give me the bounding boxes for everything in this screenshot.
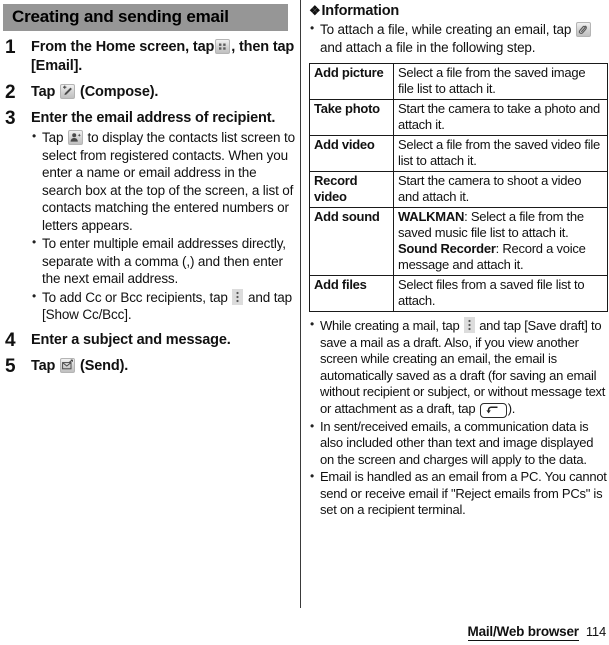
step-number: 3 — [5, 108, 16, 129]
walkman-label: WALKMAN — [398, 209, 465, 224]
table-cell-key: Add files — [309, 275, 394, 312]
step-title: Enter the email address of recipient. — [31, 110, 276, 126]
table-cell-key: Record video — [309, 171, 394, 208]
table-row: Add files Select files from a saved file… — [309, 275, 608, 312]
attach-intro-list: To attach a file, while creating an emai… — [309, 20, 609, 56]
table-cell-value: WALKMAN: Select a file from the saved mu… — [393, 207, 608, 276]
step-title: From the Home screen, tap, then tap [Ema… — [31, 38, 295, 76]
app-drawer-icon — [215, 39, 231, 54]
step-body: From the Home screen, tap, then tap [Ema… — [31, 38, 295, 76]
note-text-pre: Email is handled as an email from a PC. … — [320, 469, 607, 517]
step-title-text-a: From the Home screen, tap — [31, 39, 215, 55]
bullet-contacts: Tap to display the contacts list screen … — [31, 128, 295, 234]
step-5: 5 Tap (Send). — [3, 357, 295, 376]
note-text-pre: While creating a mail, tap — [320, 318, 460, 333]
left-column: Creating and sending email 1 From the Ho… — [3, 4, 295, 376]
step-title-text-a: Tap — [31, 357, 56, 374]
table-row: Add sound WALKMAN: Select a file from th… — [309, 207, 608, 276]
attach-paperclip-icon — [575, 22, 591, 37]
note-text-post: ). — [507, 400, 516, 416]
table-cell-value: Start the camera to shoot a video and at… — [393, 171, 608, 208]
footer-chapter: Mail/Web browser — [467, 624, 579, 641]
information-heading: ❖Information — [309, 2, 609, 20]
step-number: 2 — [5, 82, 16, 103]
table-row: Record video Start the camera to shoot a… — [309, 171, 608, 208]
step-body: Enter a subject and message. — [31, 331, 295, 350]
table-row: Add picture Select a file from the saved… — [309, 63, 608, 100]
bullet-attach-intro: To attach a file, while creating an emai… — [309, 20, 609, 56]
compose-icon — [60, 84, 76, 99]
table-cell-value: Start the camera to take a photo and att… — [393, 99, 608, 136]
table-cell-key: Add video — [309, 135, 394, 172]
table-cell-key: Take photo — [309, 99, 394, 136]
manual-page: Creating and sending email 1 From the Ho… — [0, 0, 609, 645]
step-3: 3 Enter the email address of recipient. … — [3, 109, 295, 324]
step-body: Tap (Compose). — [31, 83, 295, 102]
attachment-options-table: Add picture Select a file from the saved… — [309, 63, 608, 312]
table-row: Add video Select a file from the saved v… — [309, 135, 608, 172]
bullet-cc-bcc: To add Cc or Bcc recipients, tap and tap… — [31, 288, 295, 324]
step-title-text-b: (Send). — [80, 357, 129, 374]
step-title: Tap (Compose). — [31, 83, 295, 102]
step-number: 1 — [5, 37, 16, 58]
information-notes: While creating a mail, tap and tap [Save… — [309, 316, 609, 519]
back-key-icon — [479, 402, 507, 418]
bullet-text-post: and attach a file in the following step. — [320, 39, 536, 55]
step-title: Tap (Send). — [31, 357, 295, 376]
table-cell-value: Select a file from the saved video file … — [393, 135, 608, 172]
table-cell-key: Add picture — [309, 63, 394, 100]
table-cell-value: Select a file from the saved image file … — [393, 63, 608, 100]
note-text-pre: In sent/received emails, a communication… — [320, 418, 594, 467]
step-body: Tap (Send). — [31, 357, 295, 376]
step-title: Enter a subject and message. — [31, 331, 231, 348]
footer: Mail/Web browser 114 — [467, 624, 606, 641]
sound-recorder-label: Sound Recorder — [398, 241, 496, 256]
send-icon — [60, 357, 76, 373]
bullet-text-pre: Tap — [42, 130, 64, 145]
kebab-menu-icon — [232, 288, 244, 305]
bullet-text-pre: To enter multiple email addresses direct… — [42, 236, 286, 286]
note-pc-email: Email is handled as an email from a PC. … — [309, 468, 609, 519]
bullet-multiple-addresses: To enter multiple email addresses direct… — [31, 234, 295, 288]
bullet-text-pre: To attach a file, while creating an emai… — [320, 22, 572, 37]
information-heading-label: Information — [321, 3, 400, 19]
right-column: ❖Information To attach a file, while cre… — [309, 2, 609, 519]
column-divider — [300, 0, 301, 608]
diamond-icon: ❖ — [309, 3, 321, 18]
note-save-draft: While creating a mail, tap and tap [Save… — [309, 316, 609, 418]
table-cell-key: Add sound — [309, 207, 394, 276]
contacts-icon — [67, 130, 83, 145]
table-cell-value: Select files from a saved file list to a… — [393, 275, 608, 312]
note-communication-data: In sent/received emails, a communication… — [309, 418, 609, 469]
step-title-text-b: (Compose). — [80, 84, 159, 100]
step-title-text-a: Tap — [31, 84, 56, 100]
step-number: 5 — [5, 355, 16, 377]
step-body: Enter the email address of recipient. Ta… — [31, 109, 295, 324]
page-title: Creating and sending email — [3, 4, 288, 31]
step-2: 2 Tap (Compose). — [3, 83, 295, 102]
step-number: 4 — [5, 329, 16, 351]
table-row: Take photo Start the camera to take a ph… — [309, 99, 608, 136]
bullet-text-post: to display the contacts list screen to s… — [42, 130, 295, 233]
step-4: 4 Enter a subject and message. — [3, 331, 295, 350]
step-3-bullets: Tap to display the contacts list screen … — [31, 128, 295, 324]
bullet-text-pre: To add Cc or Bcc recipients, tap — [42, 289, 228, 305]
footer-page-number: 114 — [585, 624, 606, 639]
step-1: 1 From the Home screen, tap, then tap [E… — [3, 38, 295, 76]
kebab-menu-icon — [463, 317, 475, 333]
